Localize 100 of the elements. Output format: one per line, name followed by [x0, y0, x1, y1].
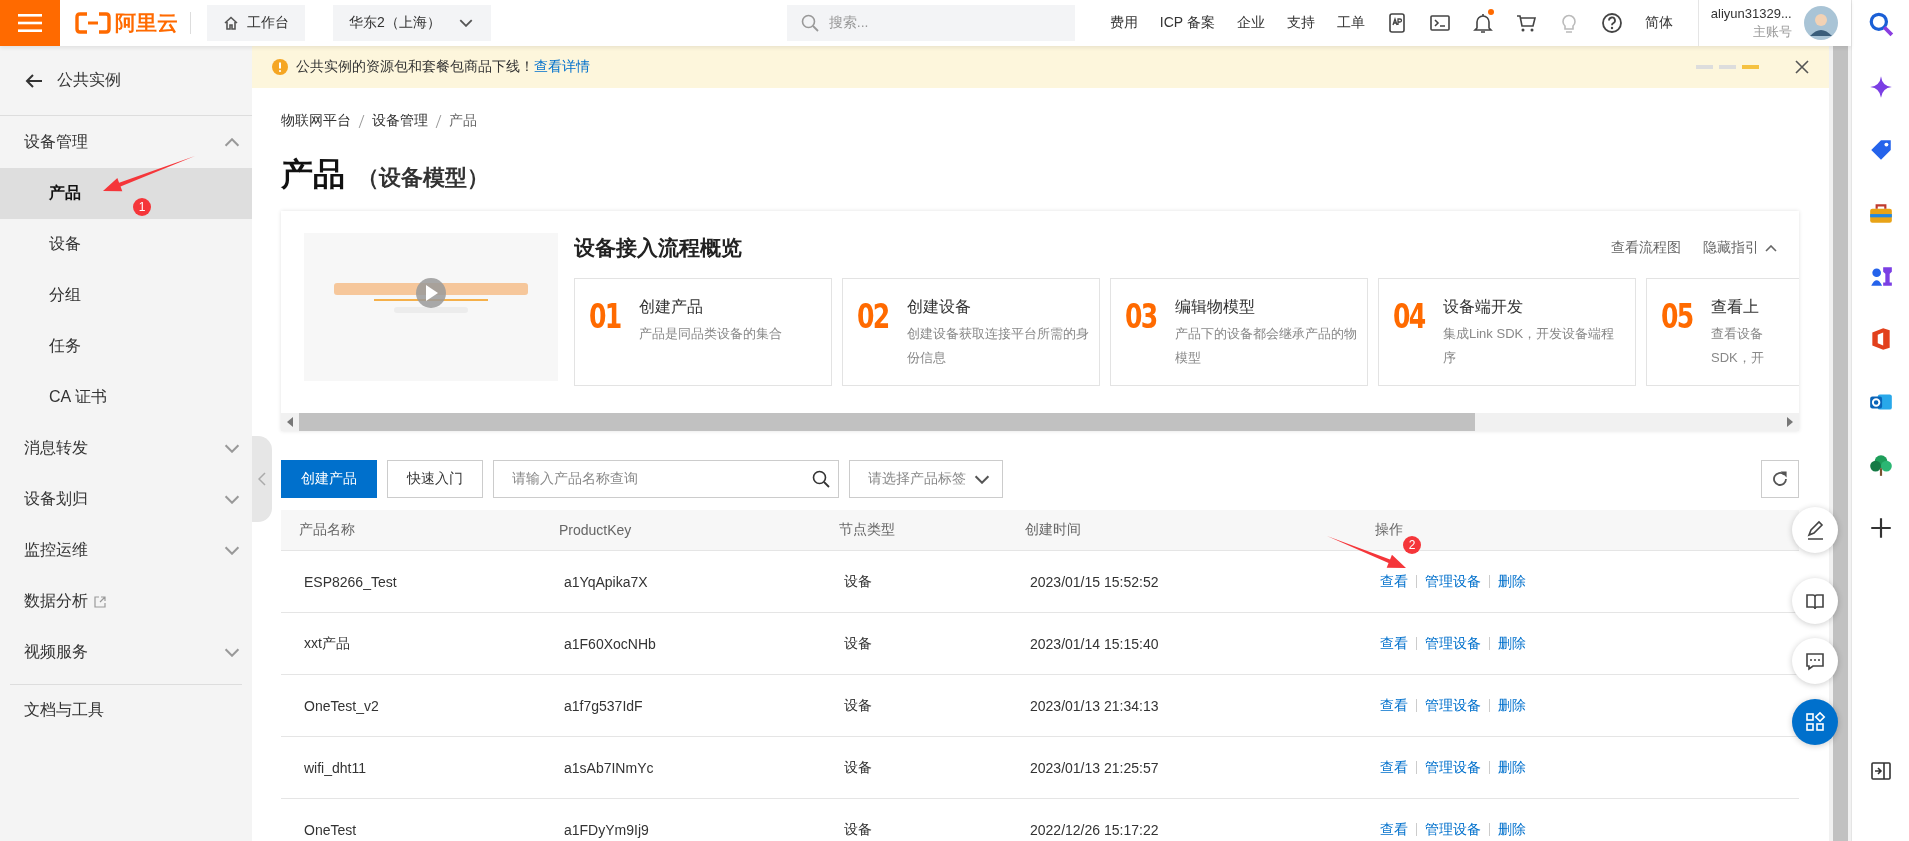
action-link[interactable]: 管理设备	[1425, 820, 1481, 839]
floating-button[interactable]	[1792, 638, 1838, 684]
terminal-icon[interactable]	[1429, 12, 1452, 34]
step-title: 创建设备	[907, 297, 972, 317]
sidebar-item[interactable]: 设备管理	[0, 117, 252, 168]
scroll-left-icon[interactable]	[286, 417, 294, 427]
sidebar-item[interactable]: 视频服务	[0, 627, 252, 678]
collapse-handle[interactable]	[252, 436, 272, 522]
logo-text: 阿里云	[115, 10, 178, 36]
table-cell-text: a1sAb7INmYc	[563, 759, 655, 776]
sidebar-item[interactable]: 任务	[0, 321, 252, 372]
action-link[interactable]: 管理设备	[1425, 758, 1481, 777]
step-card[interactable]: 05 查看上 查看设备 SDK，开	[1646, 278, 1799, 386]
nav-link[interactable]: 工单	[1325, 14, 1376, 32]
quick-start-button[interactable]: 快速入门	[387, 460, 483, 498]
avatar[interactable]	[1803, 6, 1838, 40]
step-card[interactable]: 01 创建产品 产品是同品类设备的集合	[574, 278, 832, 386]
step-card[interactable]: 02 创建设备 创建设备获取连接平台所需的身份信息	[842, 278, 1100, 386]
step-card[interactable]: 03 编辑物模型 产品下的设备都会继承产品的物模型	[1110, 278, 1368, 386]
step-number: 03	[1125, 297, 1157, 338]
sidebar-item[interactable]: 设备	[0, 219, 252, 270]
floating-button[interactable]	[1792, 699, 1838, 745]
menu-button[interactable]	[0, 0, 60, 46]
nav-link[interactable]: ICP 备案	[1148, 14, 1226, 32]
search-field[interactable]: 请输入产品名称查询	[493, 460, 839, 498]
tree-icon[interactable]	[1867, 452, 1894, 478]
action-link[interactable]: 查看	[1380, 572, 1408, 591]
tag-select[interactable]: 请选择产品标签	[849, 460, 1003, 498]
refresh-button[interactable]	[1761, 460, 1799, 498]
action-link[interactable]: 删除	[1498, 572, 1526, 591]
table-cell-text: a1FDyYm9Ij9	[563, 821, 650, 838]
sidebar-item[interactable]: 设备划归	[0, 474, 252, 525]
step-number: 04	[1393, 297, 1425, 338]
guide-link[interactable]: 查看流程图	[1611, 239, 1681, 257]
action-link[interactable]: 删除	[1498, 696, 1526, 715]
bell-icon[interactable]	[1472, 12, 1495, 34]
warning-icon	[272, 59, 288, 75]
action-link[interactable]: 管理设备	[1425, 634, 1481, 653]
step-number: 05	[1661, 297, 1693, 338]
action-link[interactable]: 删除	[1498, 820, 1526, 839]
table-cell-text: OneTest	[303, 821, 358, 838]
external-link-icon	[94, 595, 106, 608]
region-dropdown[interactable]: 华东2（上海）	[333, 5, 491, 41]
action-link[interactable]: 删除	[1498, 634, 1526, 653]
breadcrumb-item[interactable]: 设备管理	[372, 112, 428, 130]
step-number: 02	[857, 297, 889, 338]
action-link[interactable]: 查看	[1380, 820, 1408, 839]
search-icon	[800, 14, 819, 32]
sidebar-item[interactable]: 数据分析	[0, 576, 252, 627]
apps-icon	[1804, 711, 1826, 733]
table-cell-text: 2022/12/26 15:17:22	[1029, 821, 1160, 838]
sidebar-item[interactable]: 消息转发	[0, 423, 252, 474]
action-link[interactable]: 删除	[1498, 758, 1526, 777]
sidebar-item[interactable]: CA 证书	[0, 372, 252, 423]
nav-link[interactable]: 费用	[1098, 14, 1149, 32]
action-link[interactable]: 查看	[1380, 634, 1408, 653]
help-icon[interactable]	[1601, 12, 1624, 34]
sidebar-item[interactable]: 监控运维	[0, 525, 252, 576]
search-icon[interactable]	[1867, 11, 1894, 37]
close-icon[interactable]	[1795, 60, 1809, 74]
account-role: 主账号	[1752, 23, 1792, 41]
create-product-button[interactable]: 创建产品	[281, 460, 377, 498]
table-cell-text: 设备	[843, 758, 873, 777]
back-arrow-icon	[25, 72, 43, 89]
action-link[interactable]: 查看	[1380, 696, 1408, 715]
step-description: 产品下的设备都会继承产品的物模型	[1175, 325, 1357, 367]
step-number: 01	[589, 297, 621, 338]
column-header: ProductKey	[558, 522, 633, 538]
refresh-icon	[1771, 470, 1789, 488]
column-header: 产品名称	[298, 521, 356, 539]
step-card[interactable]: 04 设备端开发 集成Link SDK，开发设备端程序	[1378, 278, 1636, 386]
chevron-up-icon	[1765, 244, 1777, 252]
floating-button[interactable]	[1792, 578, 1838, 624]
sidebar-toggle-icon[interactable]	[1869, 760, 1892, 782]
page-title: 产品	[281, 155, 345, 194]
page-subtitle: （设备模型）	[357, 164, 489, 192]
table-cell-text: 2023/01/15 15:52:52	[1029, 573, 1160, 590]
scrollbar-thumb[interactable]	[299, 413, 1475, 431]
scroll-right-icon[interactable]	[1786, 417, 1794, 427]
account-name[interactable]: aliyun31329...	[1710, 5, 1792, 23]
guide-link[interactable]: 隐藏指引	[1703, 239, 1777, 257]
step-description: 查看设备 SDK，开	[1711, 325, 1764, 367]
workbench-button[interactable]: 工作台	[207, 5, 305, 41]
details-link[interactable]: 查看详情	[534, 58, 590, 74]
sidebar-item[interactable]: 分组	[0, 270, 252, 321]
table-cell-text: ESP8266_Test	[303, 573, 398, 590]
language-link[interactable]: 简体	[1633, 14, 1684, 32]
cart-icon[interactable]	[1515, 12, 1538, 34]
action-link[interactable]: 管理设备	[1425, 572, 1481, 591]
action-link[interactable]: 查看	[1380, 758, 1408, 777]
chevron-down-icon	[974, 474, 990, 484]
action-link[interactable]: 管理设备	[1425, 696, 1481, 715]
step-title: 查看上	[1711, 297, 1760, 317]
horizontal-scrollbar[interactable]	[281, 413, 1799, 431]
breadcrumb-item[interactable]: 物联网平台	[281, 112, 351, 130]
step-title: 编辑物模型	[1175, 297, 1256, 317]
chevron-left-icon	[258, 472, 266, 486]
nav-link[interactable]: 支持	[1275, 14, 1326, 32]
nav-link[interactable]: 企业	[1225, 14, 1276, 32]
sidebar-item[interactable]: 文档与工具	[0, 685, 252, 736]
